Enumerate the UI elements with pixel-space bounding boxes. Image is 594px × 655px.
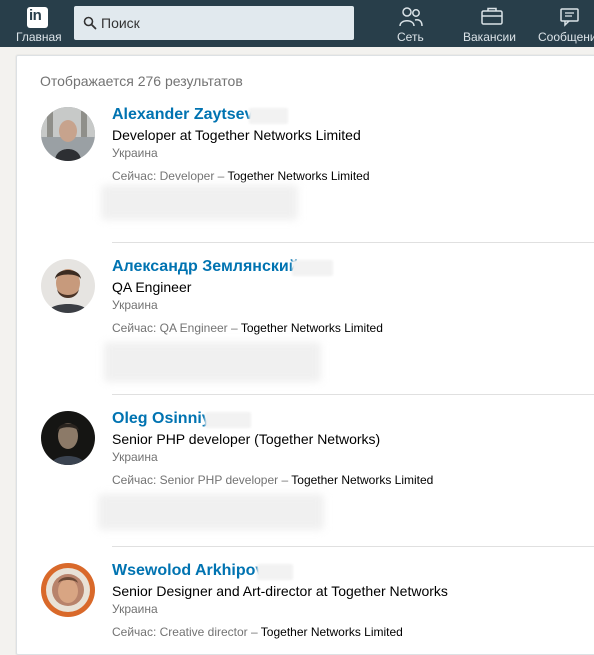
result-current-position: Сейчас: Senior PHP developer – Together … xyxy=(112,473,434,487)
result-item: Wsewolod Arkhipov Senior Designer and Ar… xyxy=(0,0,594,639)
result-location: Украина xyxy=(112,602,158,616)
redacted-degree-badge xyxy=(257,564,293,580)
result-name-link[interactable]: Wsewolod Arkhipov xyxy=(112,562,264,580)
result-location: Украина xyxy=(112,450,158,464)
redacted-block xyxy=(104,342,321,382)
result-name-link[interactable]: Александр Землянский xyxy=(112,258,299,276)
result-headline: Senior Designer and Art-director at Toge… xyxy=(112,583,448,599)
redacted-degree-badge xyxy=(292,260,333,276)
result-current-position: Сейчас: Developer – Together Networks Li… xyxy=(112,169,370,183)
result-divider xyxy=(112,394,594,395)
redacted-block xyxy=(101,185,298,220)
result-current-position: Сейчас: QA Engineer – Together Networks … xyxy=(112,321,383,335)
avatar[interactable] xyxy=(41,563,95,617)
redacted-block xyxy=(98,494,324,530)
result-headline: Senior PHP developer (Together Networks) xyxy=(112,431,381,447)
result-location: Украина xyxy=(112,298,158,312)
avatar[interactable] xyxy=(41,411,95,465)
result-headline: QA Engineer xyxy=(112,279,192,295)
result-divider xyxy=(112,546,594,547)
result-current-position: Сейчас: Creative director – Together Net… xyxy=(112,625,403,639)
redacted-degree-badge xyxy=(205,412,251,428)
result-divider xyxy=(112,242,594,243)
result-name-link[interactable]: Oleg Osinniy xyxy=(112,410,211,428)
avatar[interactable] xyxy=(41,259,95,313)
